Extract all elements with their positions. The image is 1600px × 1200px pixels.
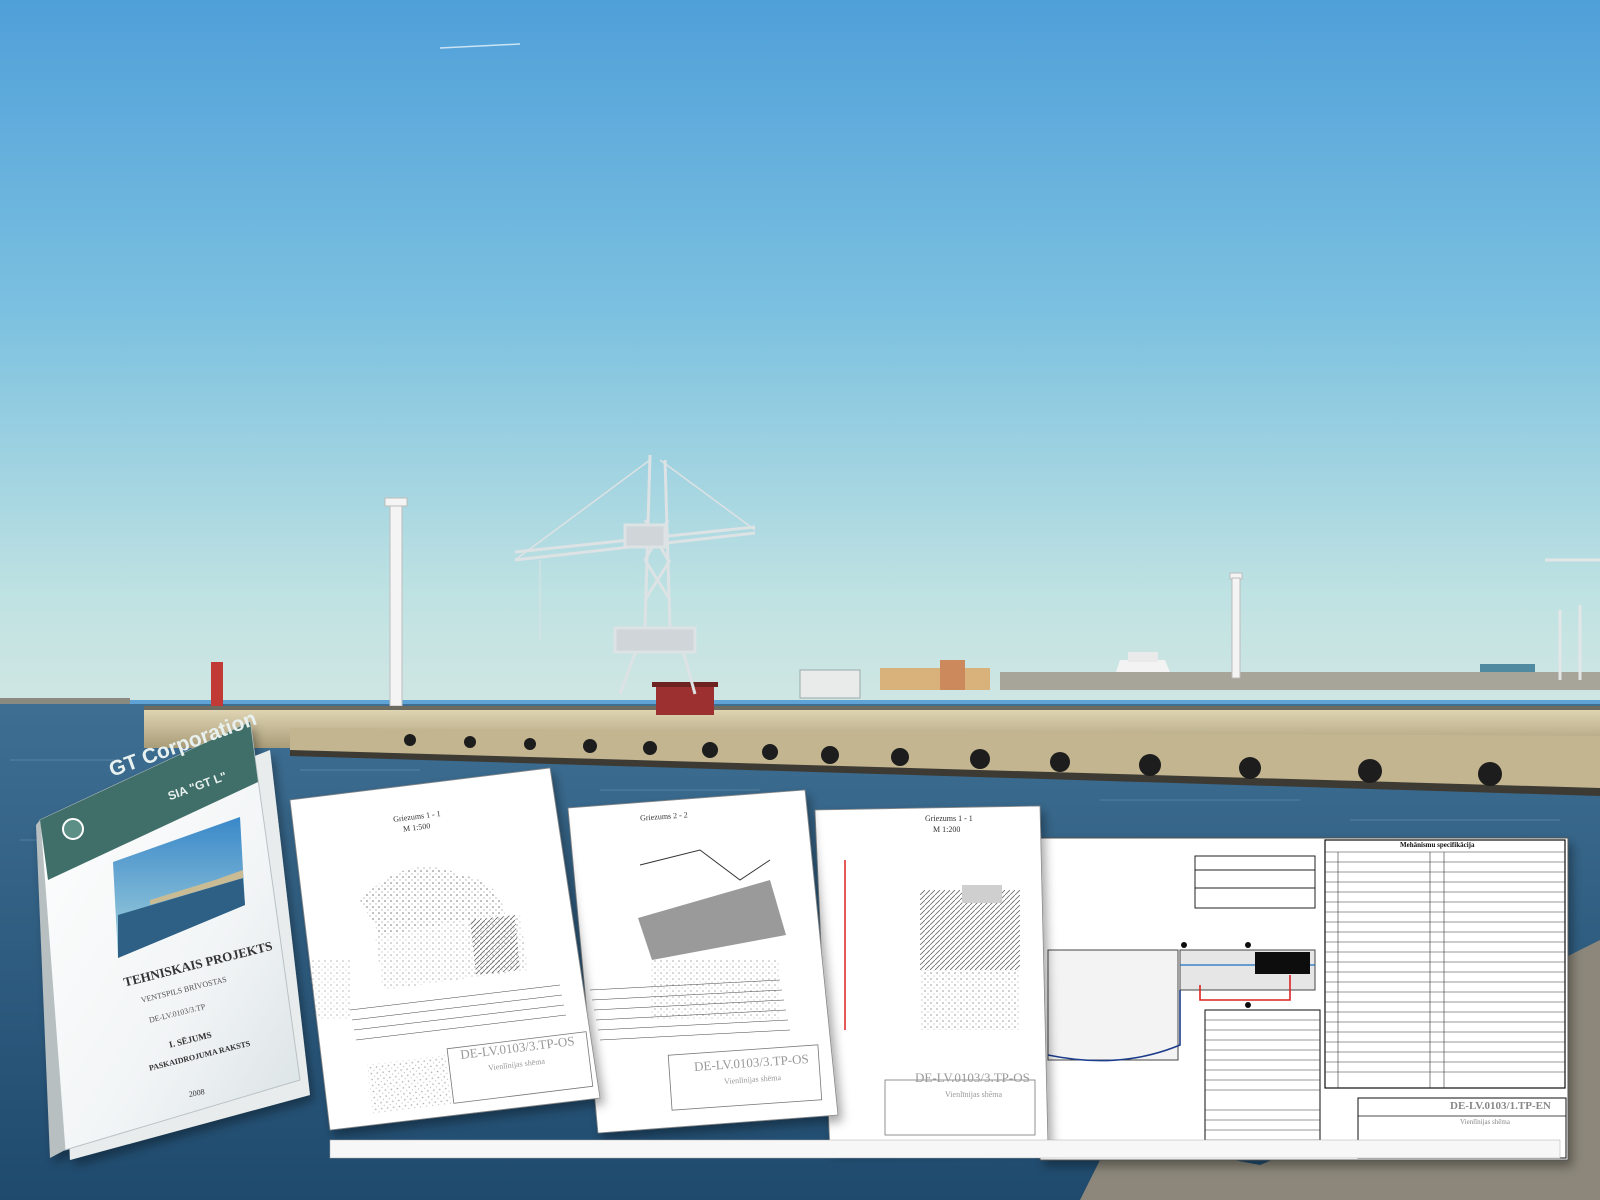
section-drawing-sheet-2 [567,789,839,1134]
plan-table-title: Mehānismu specifikācija [1400,841,1475,849]
red-hut [656,685,714,715]
section-drawing-sheet-3 [814,805,1049,1151]
section-drawing-sheet-1 [289,767,601,1131]
sheet3-stamp: DE-LV.0103/3.TP-OS [915,1070,1030,1085]
plan-stamp-sub: Vienlīnijas shēma [1460,1118,1510,1126]
red-beacon-tower [211,662,223,706]
red-hut-roof [652,682,718,687]
sheet3-scale-label: M 1:200 [933,825,961,834]
sheet3-section-label: Griezums 1 - 1 [925,814,973,823]
sky [0,0,1600,700]
plan-stamp: DE-LV.0103/1.TP-EN [1450,1100,1551,1112]
sheet3-stamp-sub: Vienlīnijas shēma [945,1090,1003,1099]
harbor-photo-scene [0,0,1600,1200]
sheet-stack-edge [329,1139,1561,1159]
